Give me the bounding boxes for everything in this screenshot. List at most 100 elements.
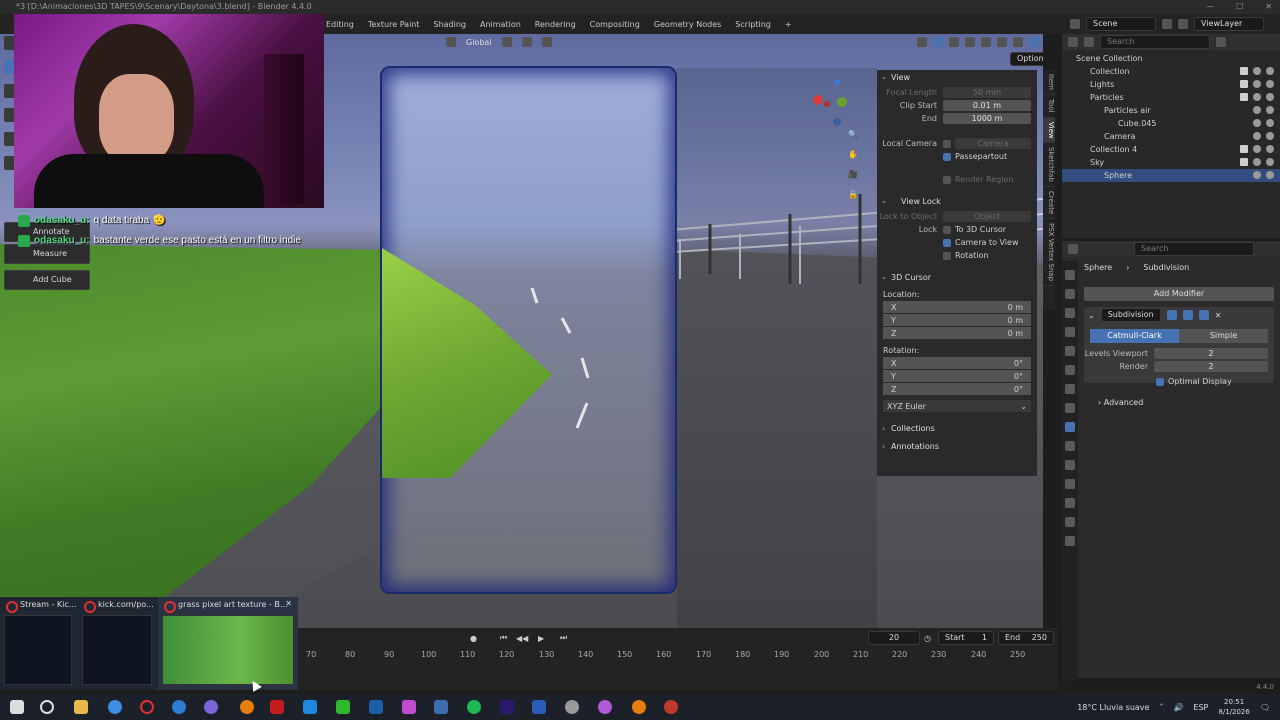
- tab-view[interactable]: View: [1043, 117, 1055, 144]
- snap-icon[interactable]: [521, 37, 532, 47]
- preview-stream-kick[interactable]: Stream - Kic...: [0, 597, 76, 690]
- clock[interactable]: 20:51 8/1/2026: [1218, 697, 1249, 717]
- catmull-clark-button[interactable]: Catmull-Clark: [1090, 329, 1179, 343]
- tab-geometry-nodes[interactable]: Geometry Nodes: [654, 20, 721, 29]
- outliner-editor-icon[interactable]: [1068, 37, 1078, 47]
- pan-hand-icon[interactable]: ✋: [848, 150, 862, 164]
- timeline-ruler[interactable]: 70 80 90 100 110 120 130 140 150 160 170…: [298, 650, 1058, 664]
- particles-tab-icon[interactable]: [1065, 441, 1075, 451]
- weather-widget[interactable]: 18°C Lluvia suave: [1077, 703, 1149, 712]
- settings-icon[interactable]: [565, 700, 579, 714]
- visibility-icon[interactable]: [917, 37, 927, 47]
- after-effects-icon[interactable]: [500, 700, 514, 714]
- navigation-gizmo[interactable]: [812, 74, 862, 134]
- chrome-icon[interactable]: [108, 700, 122, 714]
- blender-alt-icon[interactable]: [632, 700, 646, 714]
- video-app-icon[interactable]: [270, 700, 284, 714]
- pycharm-icon[interactable]: [336, 700, 350, 714]
- render-icon[interactable]: [1198, 310, 1209, 320]
- add-workspace-button[interactable]: +: [785, 20, 792, 29]
- tab-shading[interactable]: Shading: [434, 20, 467, 29]
- texture-tab-icon[interactable]: [1065, 536, 1075, 546]
- pivot-icon[interactable]: [501, 37, 512, 47]
- app-icon[interactable]: [204, 700, 218, 714]
- edit-mode-icon[interactable]: [1166, 310, 1177, 320]
- current-frame-field[interactable]: 20: [868, 631, 920, 645]
- tab-scripting[interactable]: Scripting: [735, 20, 771, 29]
- focal-length-field[interactable]: 50 mm: [943, 87, 1031, 98]
- tab-item[interactable]: Item: [1043, 70, 1055, 95]
- material-tab-icon[interactable]: [1065, 517, 1075, 527]
- cursor-rotation-y[interactable]: Y 0°: [883, 370, 1031, 383]
- close-preview-icon[interactable]: ✕: [285, 599, 292, 608]
- language-indicator[interactable]: ESP: [1193, 703, 1208, 712]
- outliner-row-collection-4[interactable]: Collection 4: [1062, 143, 1280, 156]
- shading-material-icon[interactable]: [1013, 37, 1023, 47]
- outliner-search-input[interactable]: Search: [1100, 35, 1210, 49]
- outliner-row-sphere[interactable]: Sphere: [1062, 169, 1280, 182]
- modifier-name-field[interactable]: Subdivision: [1100, 308, 1161, 322]
- add-modifier-button[interactable]: Add Modifier: [1084, 287, 1274, 301]
- prev-keyframe-icon[interactable]: ◀◀: [516, 634, 528, 643]
- rotation-lock-checkbox[interactable]: [943, 251, 951, 260]
- world-tab-icon[interactable]: [1065, 365, 1075, 375]
- tab-psx-vertex-snap[interactable]: PSX Vertex Snap: [1043, 219, 1055, 287]
- close-modifier-icon[interactable]: ✕: [1215, 311, 1222, 320]
- filter-icon[interactable]: [1216, 37, 1226, 47]
- rotation-mode-dropdown[interactable]: XYZ Euler ⌄: [883, 400, 1031, 413]
- cursor-location-x[interactable]: X0 m: [883, 301, 1031, 314]
- outliner-row-scene-collection[interactable]: Scene Collection: [1062, 52, 1280, 65]
- gizmo-toggle-icon[interactable]: [933, 37, 943, 47]
- to-3d-cursor-checkbox[interactable]: [943, 225, 951, 234]
- file-explorer-icon[interactable]: [74, 700, 88, 714]
- outliner-row-sky[interactable]: Sky: [1062, 156, 1280, 169]
- jump-start-icon[interactable]: ⏮: [500, 633, 507, 643]
- lock-icon[interactable]: 🔒: [848, 190, 862, 204]
- view-layer-tab-icon[interactable]: [1065, 327, 1075, 337]
- scene-tab-icon[interactable]: [1065, 346, 1075, 356]
- unity-icon[interactable]: [434, 700, 448, 714]
- zoom-icon[interactable]: 🔍: [848, 130, 862, 144]
- collections-header[interactable]: Collections: [877, 421, 1037, 437]
- annotations-header[interactable]: Annotations: [877, 439, 1037, 455]
- shading-wireframe-icon[interactable]: [981, 37, 991, 47]
- proportional-edit-icon[interactable]: [541, 37, 552, 47]
- local-camera-checkbox[interactable]: [943, 139, 951, 148]
- outliner-row-camera[interactable]: Camera: [1062, 130, 1280, 143]
- clip-end-field[interactable]: 1000 m: [943, 113, 1031, 124]
- display-mode-icon[interactable]: [1084, 37, 1094, 47]
- advanced-subpanel[interactable]: › Advanced: [1098, 398, 1143, 407]
- scene-selector[interactable]: Scene: [1086, 17, 1156, 31]
- tab-editing[interactable]: Editing: [326, 20, 354, 29]
- tab-animation[interactable]: Animation: [480, 20, 521, 29]
- maximize-icon[interactable]: ☐: [1236, 0, 1243, 14]
- levels-viewport-field[interactable]: 2: [1154, 348, 1268, 359]
- view-section-header[interactable]: View: [877, 70, 1037, 86]
- start-frame-field[interactable]: Start 1: [938, 631, 994, 645]
- new-scene-icon[interactable]: [1162, 19, 1172, 29]
- optimal-display-checkbox[interactable]: [1156, 377, 1164, 386]
- local-camera-field[interactable]: Camera: [955, 138, 1031, 149]
- close-icon[interactable]: ✕: [1265, 0, 1272, 14]
- word-icon[interactable]: [532, 700, 546, 714]
- record-icon[interactable]: ●: [470, 634, 477, 643]
- properties-editor-icon[interactable]: [1068, 244, 1078, 254]
- data-tab-icon[interactable]: [1065, 498, 1075, 508]
- tab-tool[interactable]: Tool: [1043, 95, 1055, 118]
- tab-rendering[interactable]: Rendering: [535, 20, 576, 29]
- render-tab-icon[interactable]: [1065, 289, 1075, 299]
- outliner-row-lights[interactable]: Lights: [1062, 78, 1280, 91]
- view-lock-header[interactable]: View Lock: [877, 194, 1037, 210]
- opera-icon[interactable]: [140, 700, 154, 714]
- add-cube-tool[interactable]: Add Cube: [4, 270, 90, 290]
- tab-texture-paint[interactable]: Texture Paint: [368, 20, 420, 29]
- obs-icon[interactable]: [598, 700, 612, 714]
- outliner-row-collection[interactable]: Collection: [1062, 65, 1280, 78]
- cursor-rotation-x[interactable]: X 0°: [883, 357, 1031, 370]
- cursor-location-y[interactable]: Y0 m: [883, 314, 1031, 327]
- camera-view-icon[interactable]: 🎥: [848, 170, 862, 184]
- preview-grass-texture[interactable]: grass pixel art texture - B... ✕: [158, 597, 298, 690]
- blender-icon[interactable]: [240, 700, 254, 714]
- collapse-icon[interactable]: ⌄: [1088, 311, 1095, 320]
- clip-start-field[interactable]: 0.01 m: [943, 100, 1031, 111]
